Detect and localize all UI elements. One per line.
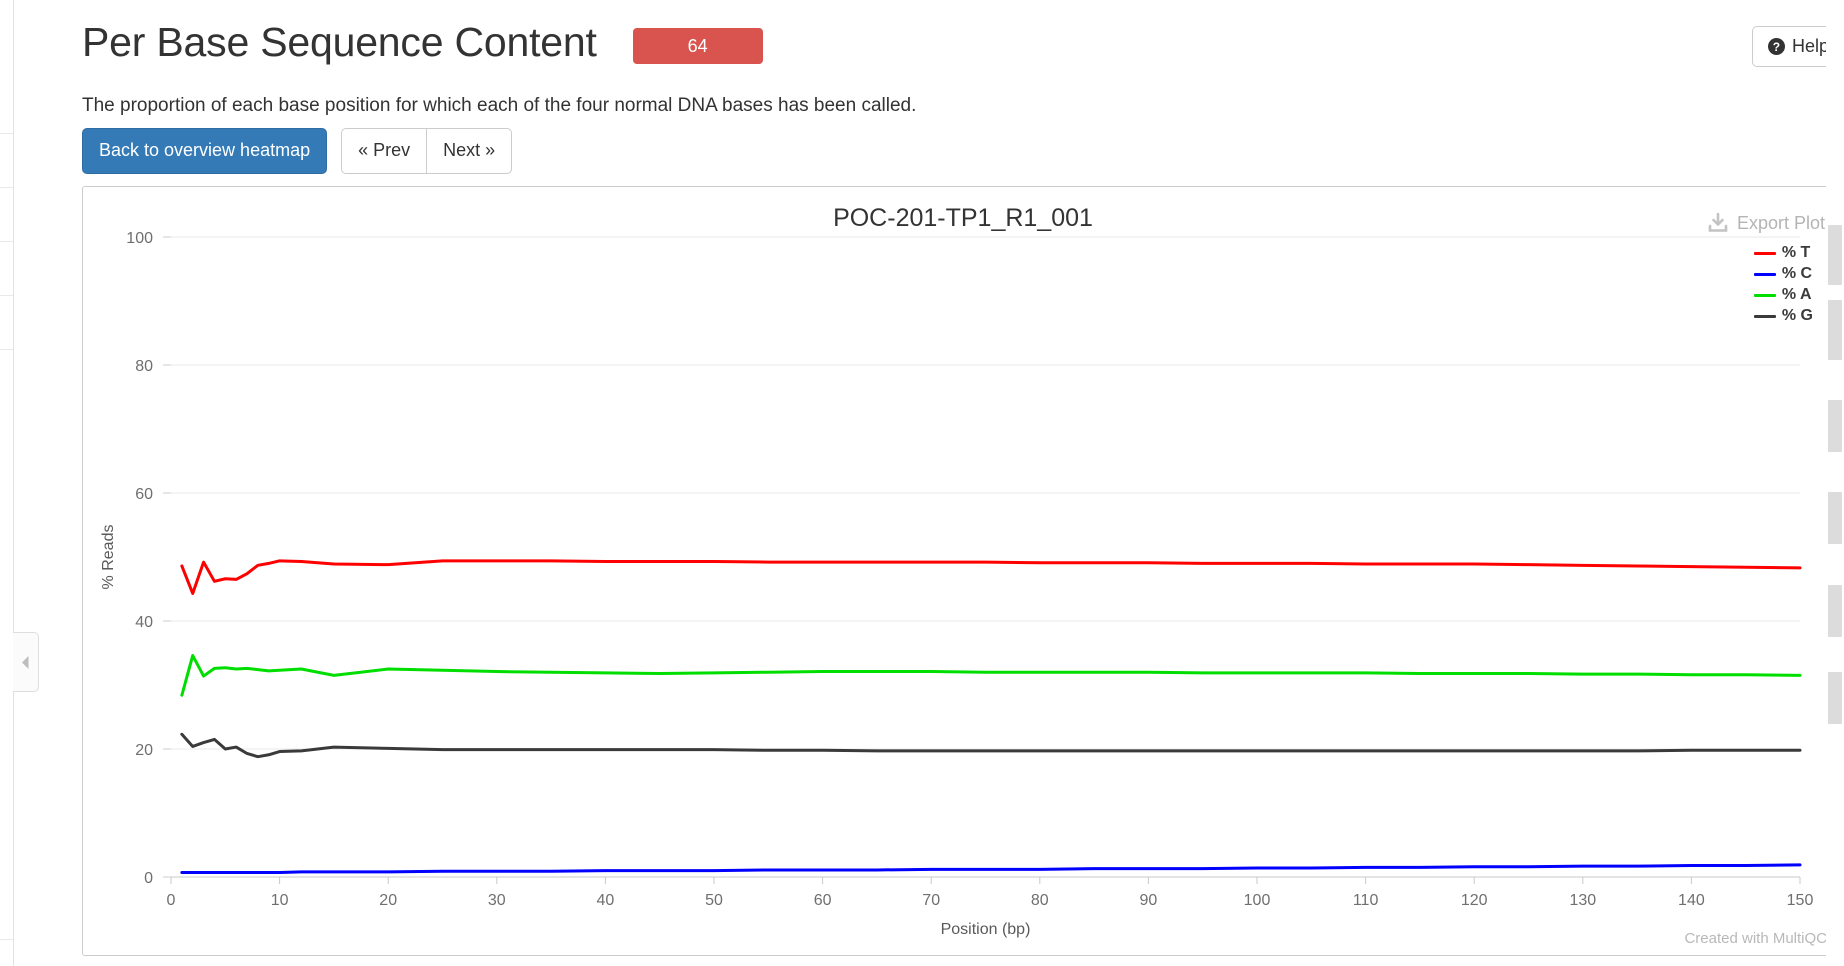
plot-toolbar: Back to overview heatmap « Prev Next » xyxy=(82,128,513,174)
chart-series-line-t xyxy=(180,559,1802,595)
chart-series-line-g xyxy=(180,732,1802,759)
sidebar-strip-block xyxy=(0,80,13,134)
x-axis-tick-label: 40 xyxy=(597,892,615,909)
y-axis-tick-label: 100 xyxy=(126,230,153,247)
scrollbar-segment[interactable] xyxy=(1828,672,1842,724)
x-axis-tick-label: 60 xyxy=(814,892,832,909)
scrollbar-segment[interactable] xyxy=(1828,300,1842,360)
y-axis-tick-label: 0 xyxy=(144,870,153,887)
plot-panel: POC-201-TP1_R1_001 Export Plot % T % C %… xyxy=(82,186,1844,956)
x-axis-tick-label: 70 xyxy=(922,892,940,909)
x-axis-tick-label: 80 xyxy=(1031,892,1049,909)
sidebar-strip-block xyxy=(0,880,13,940)
page-scrollbar[interactable] xyxy=(1826,0,1844,966)
x-axis-tick-label: 90 xyxy=(1140,892,1158,909)
x-axis-tick-label: 0 xyxy=(167,892,176,909)
page-root: Per Base Sequence Content 64 ? Help The … xyxy=(0,0,1844,966)
sidebar-strip-block xyxy=(0,296,13,350)
scrollbar-segment[interactable] xyxy=(1828,492,1842,544)
x-axis-tick-label: 10 xyxy=(271,892,289,909)
x-axis-tick-label: 100 xyxy=(1244,892,1271,909)
scrollbar-segment[interactable] xyxy=(1828,585,1842,637)
help-button-label: Help xyxy=(1791,36,1829,56)
y-axis-title: % Reads xyxy=(100,525,117,590)
chart-series-line-a xyxy=(180,654,1802,697)
y-axis-tick-label: 20 xyxy=(135,742,153,759)
y-axis-tick-label: 40 xyxy=(135,614,153,631)
y-axis-tick-label: 60 xyxy=(135,486,153,503)
chart-plot-area[interactable]: 0 20 40 60 80 100 0 10 20 30 40 50 60 70 80 90 100 110 120… xyxy=(83,187,1844,957)
x-axis-tick-label: 50 xyxy=(705,892,723,909)
x-axis-tick-label: 130 xyxy=(1569,892,1596,909)
x-axis-tick-label: 110 xyxy=(1353,892,1379,909)
chart-series-line-c xyxy=(180,863,1802,875)
x-axis-tick-label: 150 xyxy=(1787,892,1814,909)
sidebar-strip-block xyxy=(0,134,13,188)
x-axis-tick-label: 120 xyxy=(1461,892,1488,909)
page-subtitle: The proportion of each base position for… xyxy=(82,95,917,116)
y-axis-tick-label: 80 xyxy=(135,358,153,375)
page-header: Per Base Sequence Content 64 xyxy=(82,19,763,65)
status-badge: 64 xyxy=(632,27,763,64)
sidebar-collapsed-strip xyxy=(0,0,14,966)
scrollbar-segment[interactable] xyxy=(1828,225,1842,285)
page-content: Per Base Sequence Content 64 ? Help The … xyxy=(14,0,1844,966)
sidebar-strip-block xyxy=(0,242,13,296)
prev-button[interactable]: « Prev xyxy=(341,128,428,174)
plot-credit: Created with MultiQC xyxy=(1684,930,1827,947)
x-axis-tick-label: 30 xyxy=(488,892,506,909)
back-to-overview-heatmap-button[interactable]: Back to overview heatmap xyxy=(82,128,328,174)
x-axis-tick-label: 20 xyxy=(379,892,397,909)
prev-next-button-group: « Prev Next » xyxy=(341,128,513,174)
scrollbar-segment[interactable] xyxy=(1828,400,1842,452)
question-circle-icon: ? xyxy=(1767,38,1785,55)
next-button[interactable]: Next » xyxy=(426,128,513,174)
page-title: Per Base Sequence Content xyxy=(82,19,597,65)
x-axis-title: Position (bp) xyxy=(941,921,1031,938)
chart-canvas: 0 20 40 60 80 100 0 10 20 30 40 50 60 70 80 90 100 110 120… xyxy=(100,230,1814,938)
sidebar-strip-block xyxy=(0,188,13,242)
x-axis-tick-label: 140 xyxy=(1678,892,1705,909)
